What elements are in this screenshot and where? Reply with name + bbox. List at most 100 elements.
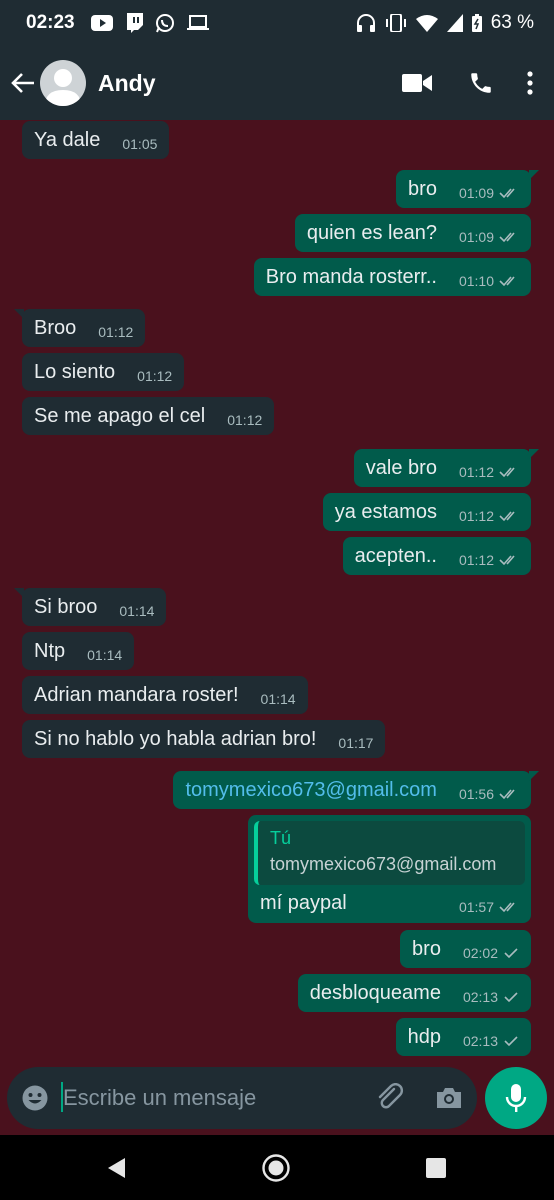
message-text: quien es lean? [306,221,437,244]
message-incoming[interactable]: Ya dale 01:05 [22,121,170,159]
quoted-message[interactable]: Tú tomymexico673@gmail.com [254,821,525,885]
message-list[interactable]: Ya dale 01:05 bro 01:09 quien es lean? 0… [0,120,554,1060]
message-outgoing[interactable]: vale bro 01:12 [353,449,539,487]
message-text: Si broo [34,595,98,618]
read-double-check-icon [499,510,519,522]
more-vert-icon[interactable] [520,59,540,107]
message-time: 01:17 [338,735,374,751]
message-text: Ya dale [34,128,101,151]
message-time: 01:12 [98,324,134,340]
message-text: acepten.. [354,544,437,567]
message-time: 01:10 [458,273,494,289]
message-text: Broo [34,316,77,339]
nav-recents-icon[interactable] [421,1153,451,1183]
status-bar: 02:23 63 % [0,0,554,46]
wifi-icon [415,14,438,32]
message-outgoing[interactable]: tomymexico673@gmail.com 01:56 [173,771,539,809]
message-outgoing[interactable]: hdp 02:13 [395,1018,531,1056]
message-text: Adrian mandara roster! [34,683,239,706]
message-outgoing[interactable]: bro 01:09 [396,170,539,208]
message-time: 01:12 [458,508,494,524]
message-text: hdp [407,1025,441,1048]
message-time: 01:12 [458,552,494,568]
message-text: Si no hablo yo habla adrian bro! [34,727,317,750]
message-outgoing[interactable]: acepten.. 01:12 [342,537,531,575]
message-input-placeholder: Escribe un mensaje [63,1085,257,1110]
vibrate-icon [385,14,407,32]
laptop-icon [186,15,209,31]
message-text: bro [408,177,437,200]
phone-icon[interactable] [456,59,506,107]
headphones-icon [356,14,376,32]
message-time: 01:09 [458,229,494,245]
message-text: vale bro [365,456,437,479]
nav-home-icon[interactable] [261,1153,291,1183]
battery-icon [471,14,482,32]
message-incoming[interactable]: Adrian mandara roster! 01:14 [22,676,308,714]
message-text: desbloqueame [309,981,441,1004]
read-double-check-icon [499,187,519,199]
message-time: 01:05 [122,136,158,152]
delivered-check-icon [503,947,519,959]
message-outgoing[interactable]: bro 02:02 [400,930,531,968]
message-time: 01:12 [137,368,173,384]
message-time: 01:14 [119,603,155,619]
message-time: 01:12 [458,464,494,480]
camera-icon[interactable] [435,1086,463,1110]
message-text: Se me apago el cel [34,404,206,427]
delivered-check-icon [503,991,519,1003]
read-double-check-icon [499,788,519,800]
message-time: 02:13 [462,1033,498,1049]
message-text: Bro manda rosterr.. [265,265,437,288]
quoted-text: tomymexico673@gmail.com [270,854,497,874]
message-composer[interactable]: Escribe un mensaje [7,1067,477,1129]
message-incoming[interactable]: Broo 01:12 [14,309,146,347]
message-incoming[interactable]: Se me apago el cel 01:12 [22,397,275,435]
status-time: 02:23 [26,12,75,33]
message-time: 01:56 [458,786,494,802]
message-text: bro [412,937,441,960]
read-double-check-icon [499,466,519,478]
message-outgoing[interactable]: ya estamos 01:12 [322,493,531,531]
attach-icon[interactable] [375,1083,405,1113]
message-incoming[interactable]: Lo siento 01:12 [22,353,185,391]
message-text: ya estamos [334,500,437,523]
message-time: 02:13 [462,989,498,1005]
delivered-check-icon [503,1035,519,1047]
message-outgoing[interactable]: Bro manda rosterr.. 01:10 [253,258,531,296]
message-incoming[interactable]: Si broo 01:14 [14,588,167,626]
emoji-icon[interactable] [21,1084,49,1112]
quoted-author: Tú [270,828,292,848]
contact-name[interactable]: Andy [98,70,156,97]
message-incoming[interactable]: Ntp 01:14 [22,632,135,670]
twitch-icon [125,13,143,33]
message-time: 01:14 [87,647,123,663]
message-input[interactable]: Escribe un mensaje [61,1082,375,1112]
message-time: 01:09 [458,185,494,201]
nav-back-icon[interactable] [101,1153,131,1183]
mic-button[interactable] [485,1067,547,1129]
back-arrow-icon[interactable] [8,63,38,103]
mic-icon [505,1084,527,1112]
message-time: 01:12 [227,412,263,428]
message-outgoing[interactable]: quien es lean? 01:09 [294,214,531,252]
read-double-check-icon [499,901,519,913]
read-double-check-icon [499,231,519,243]
email-link[interactable]: tomymexico673@gmail.com [185,779,437,802]
battery-percent: 63 % [490,12,534,33]
read-double-check-icon [499,554,519,566]
message-outgoing-reply[interactable]: Tú tomymexico673@gmail.com mí paypal 01:… [248,815,531,923]
avatar[interactable] [40,60,86,106]
video-call-icon[interactable] [392,59,442,107]
message-outgoing[interactable]: desbloqueame 02:13 [297,974,531,1012]
chat-header: Andy [0,46,554,120]
message-text: mí paypal [260,891,347,914]
message-time: 01:57 [458,899,494,915]
system-navigation-bar [0,1135,554,1200]
message-time: 02:02 [462,945,498,961]
message-text: Lo siento [34,360,116,383]
signal-icon [446,14,463,32]
avatar-icon [45,69,81,106]
message-time: 01:14 [260,691,296,707]
message-incoming[interactable]: Si no hablo yo habla adrian bro! 01:17 [22,720,386,758]
